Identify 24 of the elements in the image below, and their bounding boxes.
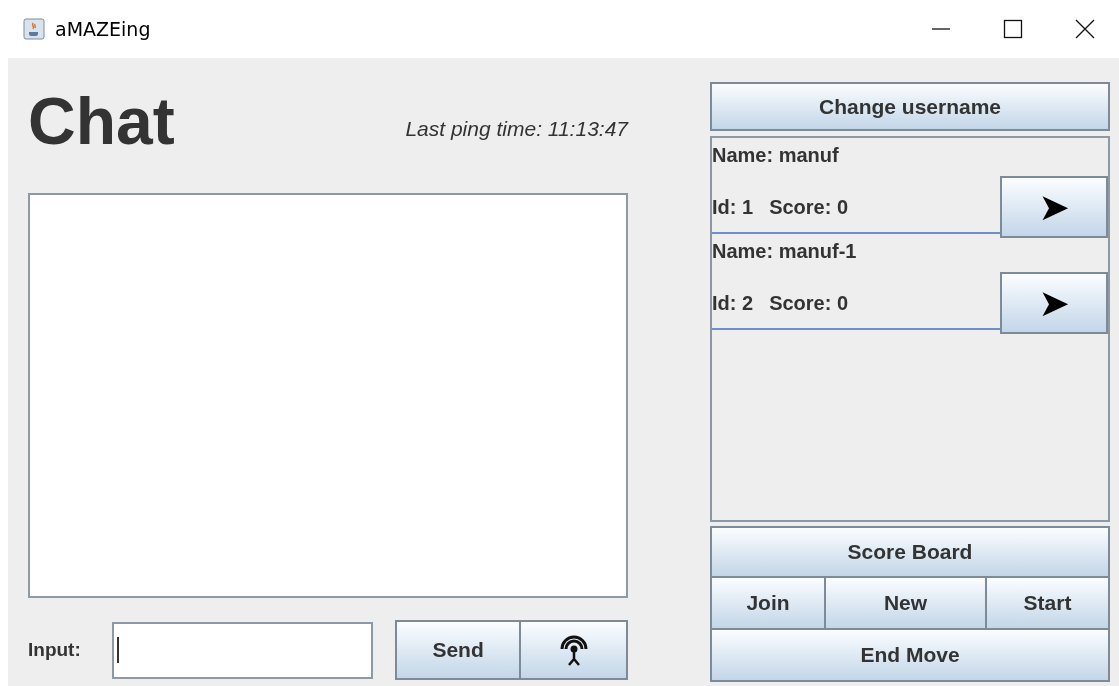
game-button[interactable]: Join	[710, 578, 826, 630]
window-title: aMAZEing	[55, 16, 151, 42]
player-score: Score: 0	[769, 195, 849, 220]
player-arrow-button[interactable]: ➤	[1000, 176, 1108, 238]
player-id: Id: 2	[712, 291, 754, 316]
input-field[interactable]	[111, 621, 373, 679]
end-move-button[interactable]: End Move	[710, 630, 1110, 682]
maximize-icon[interactable]	[1003, 19, 1023, 39]
broadcast-button[interactable]	[521, 620, 628, 680]
player-name: Name: manuf-1	[712, 239, 858, 264]
player-name: Name: manuf	[712, 143, 840, 168]
send-button[interactable]: Send	[394, 620, 522, 680]
cup-icon	[23, 18, 45, 40]
chat-title: Chat	[28, 88, 175, 154]
player-arrow-button[interactable]: ➤	[1000, 272, 1108, 334]
game-button[interactable]: New	[826, 578, 987, 630]
input-label: Input:	[28, 637, 82, 662]
last-ping-time: Last ping time: 11:13:47	[405, 116, 628, 142]
close-icon[interactable]	[1075, 19, 1095, 39]
score-board-button[interactable]: Score Board	[710, 526, 1110, 578]
player-id: Id: 1	[712, 195, 754, 220]
player-score: Score: 0	[769, 291, 849, 316]
change-username-button[interactable]: Change username	[710, 82, 1110, 131]
game-button[interactable]: Start	[987, 578, 1110, 630]
